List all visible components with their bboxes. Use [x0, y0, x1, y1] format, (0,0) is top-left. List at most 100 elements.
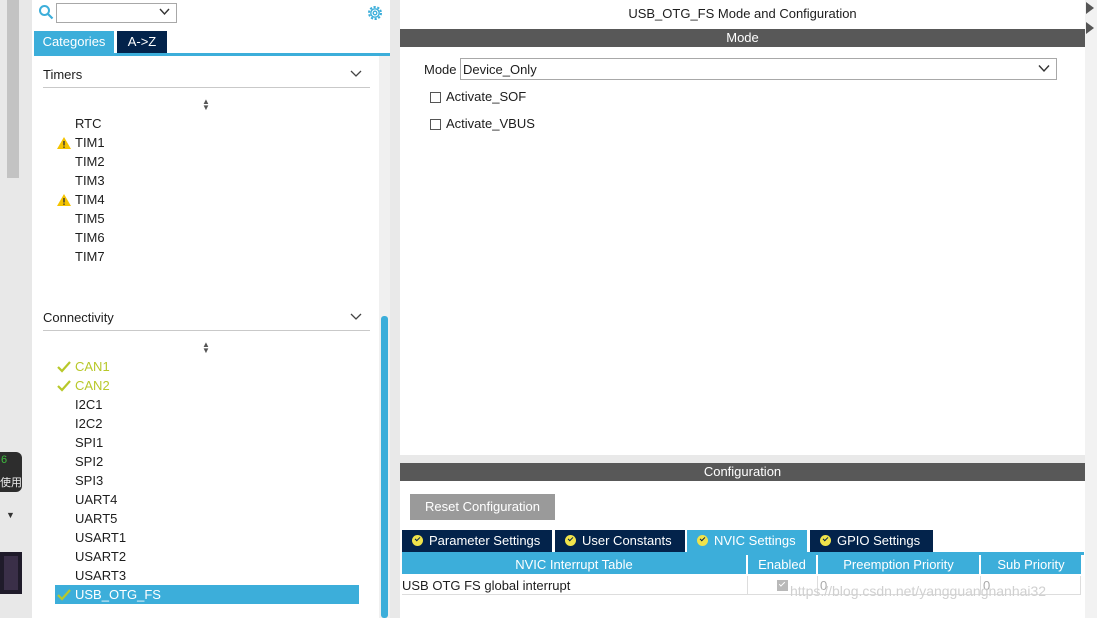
section-header-timers[interactable]: Timers: [43, 63, 370, 88]
checkmark-icon: [57, 361, 71, 373]
list-item-tim5[interactable]: TIM5: [75, 209, 105, 228]
list-item-label: USART2: [75, 549, 127, 564]
checkmark-icon: [57, 380, 71, 392]
check-circle-icon: [820, 535, 831, 546]
list-item-rtc[interactable]: RTC: [75, 114, 101, 133]
page-title: USB_OTG_FS Mode and Configuration: [628, 6, 857, 21]
watermark: https://blog.csdn.net/yangguangnanhai32: [790, 583, 1047, 599]
column-header-enabled[interactable]: Enabled: [748, 555, 816, 574]
sort-icon[interactable]: ▲ ▼: [201, 98, 211, 112]
list-item-can2[interactable]: CAN2: [57, 376, 110, 395]
activate-vbus-checkbox[interactable]: [430, 119, 441, 130]
list-item-label: TIM1: [75, 135, 105, 150]
tab-nvic-settings[interactable]: NVIC Settings: [687, 530, 807, 552]
list-item-label: CAN1: [75, 359, 110, 374]
list-item-label: SPI1: [75, 435, 104, 450]
list-item-i2c1[interactable]: I2C1: [75, 395, 102, 414]
list-item-tim1[interactable]: TIM1: [57, 133, 105, 152]
sort-icon[interactable]: ▲ ▼: [201, 341, 211, 355]
chevron-down-icon: [350, 313, 362, 320]
tab-label: User Constants: [582, 533, 672, 548]
mode-section: USB_OTG_FS Mode and Configuration Mode M…: [400, 0, 1085, 455]
list-item-i2c2[interactable]: I2C2: [75, 414, 102, 433]
activate-sof-checkbox[interactable]: [430, 92, 441, 103]
list-item-label: TIM7: [75, 249, 105, 264]
list-item-label: TIM2: [75, 154, 105, 169]
list-item-label: TIM6: [75, 230, 105, 245]
column-header-preemption[interactable]: Preemption Priority: [818, 555, 979, 574]
gear-icon[interactable]: [366, 4, 384, 22]
categories-panel: Categories A->Z Timers ▲ ▼ RTC TIM1 TIM2 …: [32, 0, 390, 618]
list-item-tim3[interactable]: TIM3: [75, 171, 105, 190]
settings-tabs: Parameter Settings User Constants NVIC S…: [402, 530, 1084, 555]
mode-label: Mode: [424, 62, 457, 77]
list-item-usb-otg-fs[interactable]: USB_OTG_FS: [55, 585, 359, 604]
section-header-connectivity[interactable]: Connectivity: [43, 306, 370, 331]
list-item-tim2[interactable]: TIM2: [75, 152, 105, 171]
mode-configuration-panel: USB_OTG_FS Mode and Configuration Mode M…: [398, 0, 1097, 618]
list-item-label: TIM5: [75, 211, 105, 226]
column-header-interrupt[interactable]: NVIC Interrupt Table: [402, 555, 746, 574]
configuration-section: Configuration Reset Configuration Parame…: [400, 463, 1085, 618]
enabled-checkbox[interactable]: [777, 580, 788, 591]
list-item-label: SPI3: [75, 473, 104, 488]
list-item-tim4[interactable]: TIM4: [57, 190, 105, 209]
mode-select[interactable]: Device_Only: [460, 58, 1057, 80]
scroll-arrow-icon[interactable]: [1086, 2, 1094, 14]
list-item-label: UART4: [75, 492, 118, 507]
tab-a-z[interactable]: A->Z: [117, 31, 167, 53]
tab-categories[interactable]: Categories: [34, 31, 114, 53]
chevron-down-icon: [159, 8, 170, 16]
section-title: Connectivity: [43, 310, 114, 325]
right-edge-scrollbar[interactable]: [1085, 0, 1097, 618]
interrupt-name-cell: USB OTG FS global interrupt: [402, 576, 748, 595]
reset-configuration-button[interactable]: Reset Configuration: [410, 494, 555, 520]
tab-parameter-settings[interactable]: Parameter Settings: [402, 530, 552, 552]
list-item-label: USART3: [75, 568, 127, 583]
list-item-tim7[interactable]: TIM7: [75, 247, 105, 266]
activate-sof-label: Activate_SOF: [446, 89, 527, 104]
side-popup-line1: 6: [1, 454, 8, 466]
list-item-label: CAN2: [75, 378, 110, 393]
activate-vbus-label: Activate_VBUS: [446, 116, 535, 131]
tab-label: NVIC Settings: [714, 533, 796, 548]
list-item-label: I2C1: [75, 397, 103, 412]
scroll-arrow-icon[interactable]: [1086, 22, 1094, 34]
list-item-can1[interactable]: CAN1: [57, 357, 110, 376]
left-edge-scrollbar-thumb[interactable]: [7, 0, 19, 178]
check-circle-icon: [412, 535, 423, 546]
list-item-uart5[interactable]: UART5: [75, 509, 117, 528]
warning-icon: [57, 194, 71, 206]
list-item-usart3[interactable]: USART3: [75, 566, 126, 585]
panel-splitter[interactable]: [390, 0, 398, 618]
chevron-down-icon: [350, 70, 362, 77]
mode-header: Mode: [400, 29, 1085, 47]
list-item-spi1[interactable]: SPI1: [75, 433, 103, 452]
category-tabs: Categories A->Z: [34, 31, 390, 56]
list-item-usart2[interactable]: USART2: [75, 547, 126, 566]
list-item-spi3[interactable]: SPI3: [75, 471, 103, 490]
list-item-label: I2C2: [75, 416, 103, 431]
category-list-scrollbar-thumb[interactable]: [381, 316, 388, 618]
search-icon[interactable]: [38, 4, 54, 20]
list-item-label: USB_OTG_FS: [75, 587, 161, 602]
side-popup[interactable]: 6 使用: [0, 452, 22, 492]
list-item-usart1[interactable]: USART1: [75, 528, 126, 547]
list-item-label: TIM3: [75, 173, 105, 188]
search-combobox[interactable]: [56, 3, 177, 23]
section-title: Timers: [43, 67, 83, 82]
list-item-uart4[interactable]: UART4: [75, 490, 117, 509]
caret-down-icon[interactable]: ▼: [6, 510, 15, 520]
tab-gpio-settings[interactable]: GPIO Settings: [810, 530, 933, 552]
tab-user-constants[interactable]: User Constants: [555, 530, 685, 552]
configuration-header: Configuration: [400, 463, 1085, 481]
thumbnail-inner: [4, 556, 18, 590]
warning-icon: [57, 137, 71, 149]
column-header-sub-priority[interactable]: Sub Priority: [981, 555, 1081, 574]
left-edge-strip: 6 使用 ▼: [0, 0, 32, 618]
chevron-down-icon: [1038, 65, 1050, 73]
list-item-spi2[interactable]: SPI2: [75, 452, 103, 471]
check-circle-icon: [697, 535, 708, 546]
list-item-label: RTC: [75, 116, 102, 131]
list-item-tim6[interactable]: TIM6: [75, 228, 105, 247]
